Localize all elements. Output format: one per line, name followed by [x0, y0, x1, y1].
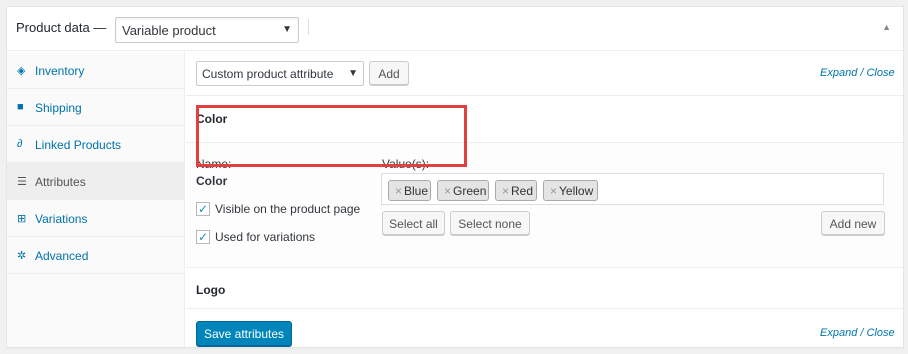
- sidebar-item-label: Variations: [35, 212, 88, 226]
- value-chip-red[interactable]: × Red: [495, 180, 537, 201]
- attributes-panel: Custom product attribute ▼ Add Expand / …: [186, 52, 903, 347]
- select-none-button[interactable]: Select none: [450, 211, 530, 235]
- add-new-value-button[interactable]: Add new: [821, 211, 885, 235]
- visible-checkbox[interactable]: ✓: [196, 202, 210, 216]
- attributes-toolbar: Custom product attribute ▼ Add Expand / …: [186, 52, 903, 96]
- list-icon: ☰: [17, 176, 27, 188]
- sidebar-item-label: Attributes: [35, 175, 86, 189]
- attribute-body: Name: Color Value(s): × Blue × Green × Red …: [186, 143, 903, 268]
- name-label: Name:: [196, 157, 232, 171]
- chip-label: Yellow: [559, 184, 594, 198]
- grid-icon: ⊞: [17, 213, 27, 225]
- link-icon: ∂: [17, 138, 23, 150]
- truck-icon: ■: [17, 101, 24, 113]
- value-chip-green[interactable]: × Green: [437, 180, 489, 201]
- select-all-button[interactable]: Select all: [382, 211, 445, 235]
- product-data-panel: Product data — Variable product ▼ ▲ ◈ In…: [6, 6, 904, 348]
- panel-title: Product data —: [16, 20, 107, 35]
- chip-label: Blue: [404, 184, 429, 198]
- chip-label: Green: [453, 184, 487, 198]
- attribute-values-input[interactable]: × Blue × Green × Red × Yellow: [381, 173, 884, 205]
- attribute-type-value: Custom product attribute: [202, 67, 334, 81]
- variations-checkbox[interactable]: ✓: [196, 230, 210, 244]
- values-label: Value(s):: [382, 157, 430, 171]
- sidebar-item-label: Advanced: [35, 249, 89, 263]
- expand-close-link[interactable]: Expand / Close: [820, 327, 895, 339]
- product-data-tabs: ◈ Inventory ■ Shipping ∂ Linked Products…: [7, 52, 185, 347]
- triangle-up-icon[interactable]: ▲: [882, 22, 891, 32]
- expand-close-link[interactable]: Expand / Close: [820, 67, 895, 79]
- chip-label: Red: [511, 184, 534, 198]
- value-chip-yellow[interactable]: × Yellow: [543, 180, 598, 201]
- attribute-type-select[interactable]: Custom product attribute ▼: [196, 61, 364, 86]
- attribute-header-logo[interactable]: Logo: [186, 268, 903, 309]
- attribute-name-value: Color: [196, 174, 228, 188]
- used-for-variations-row: ✓ Used for variations: [196, 230, 315, 244]
- visible-on-product-page-row: ✓ Visible on the product page: [196, 202, 360, 216]
- remove-icon[interactable]: ×: [502, 184, 509, 198]
- remove-icon[interactable]: ×: [550, 184, 557, 198]
- tag-icon: ◈: [17, 65, 26, 77]
- remove-icon[interactable]: ×: [444, 184, 451, 198]
- value-chip-blue[interactable]: × Blue: [388, 180, 431, 201]
- sidebar-item-label: Shipping: [35, 101, 82, 115]
- sidebar-item-label: Inventory: [35, 64, 85, 78]
- sidebar-item-attributes[interactable]: ☰ Attributes: [7, 163, 184, 200]
- attribute-title: Logo: [196, 283, 226, 297]
- gear-icon: ✲: [17, 250, 27, 262]
- product-type-value: Variable product: [122, 23, 216, 38]
- product-data-header: Product data — Variable product ▼ ▲: [7, 7, 903, 51]
- visible-label: Visible on the product page: [215, 202, 361, 216]
- sidebar-item-shipping[interactable]: ■ Shipping: [7, 89, 184, 126]
- variations-label: Used for variations: [215, 230, 316, 244]
- sidebar-item-label: Linked Products: [35, 138, 122, 152]
- sidebar-item-linked-products[interactable]: ∂ Linked Products: [7, 126, 184, 163]
- attribute-title: Color: [196, 112, 228, 126]
- product-type-select[interactable]: Variable product ▼: [115, 17, 299, 43]
- add-attribute-button[interactable]: Add: [369, 61, 409, 85]
- chevron-down-icon: ▼: [282, 24, 292, 35]
- sidebar-item-advanced[interactable]: ✲ Advanced: [7, 237, 184, 274]
- chevron-down-icon: ▼: [348, 68, 358, 79]
- divider: [308, 19, 309, 35]
- sidebar-item-inventory[interactable]: ◈ Inventory: [7, 52, 184, 89]
- attribute-header-color[interactable]: Color: [186, 97, 903, 143]
- save-attributes-button[interactable]: Save attributes: [196, 321, 292, 346]
- remove-icon[interactable]: ×: [395, 184, 402, 198]
- sidebar-item-variations[interactable]: ⊞ Variations: [7, 200, 184, 237]
